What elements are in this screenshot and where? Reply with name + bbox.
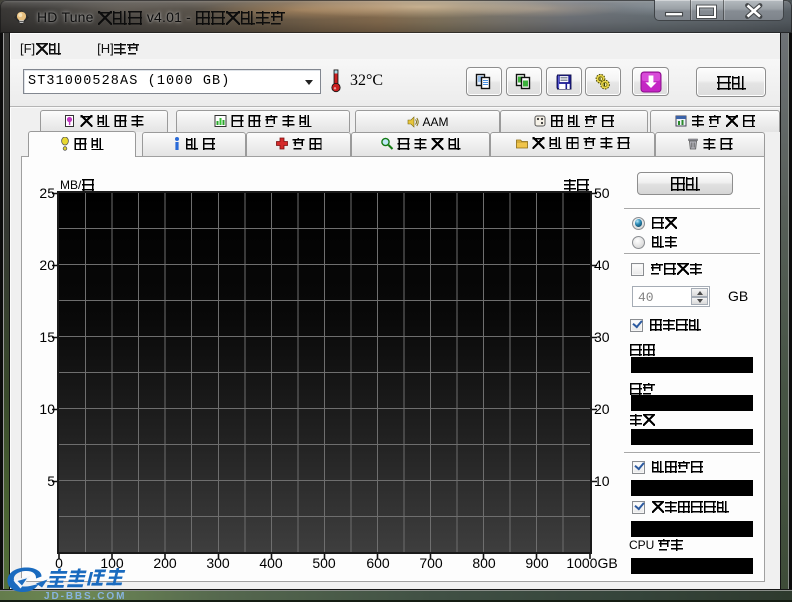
svg-text:JD-BBS.COM: JD-BBS.COM	[44, 591, 126, 602]
